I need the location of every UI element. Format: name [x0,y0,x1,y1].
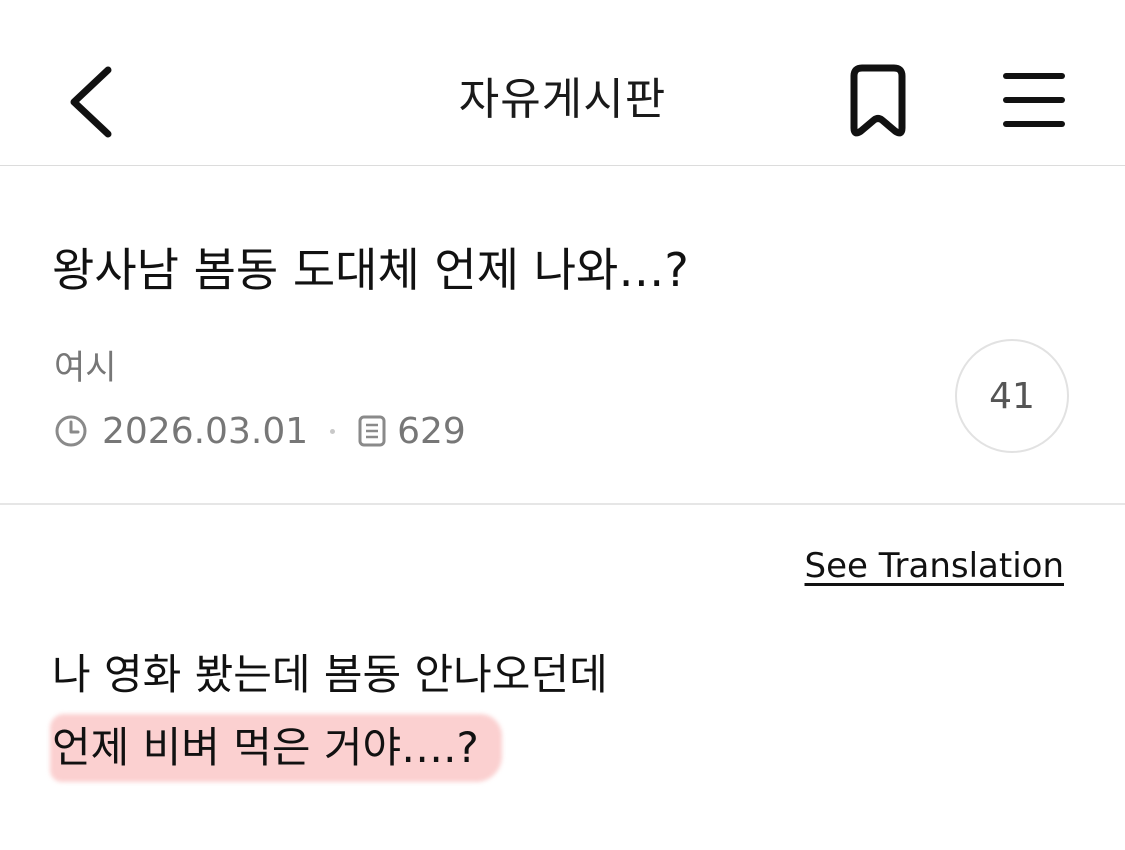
document-icon [358,415,386,447]
post-meta: 2026.03.01 629 [54,406,466,456]
comment-count-badge[interactable]: 41 [955,339,1069,453]
menu-button[interactable] [998,66,1070,136]
author-name[interactable]: 여시 [54,343,117,393]
hamburger-menu-icon [1003,73,1065,127]
view-count: 629 [397,410,466,452]
post-body-line-1: 나 영화 봤는데 봄동 안나오던데 [52,650,608,699]
bookmark-button[interactable] [842,62,914,142]
post-date: 2026.03.01 [102,410,309,452]
see-translation-link[interactable]: See Translation [805,543,1064,589]
board-title: 자유게시판 [458,74,667,125]
content-divider [0,503,1125,505]
bookmark-icon [850,64,906,137]
meta-separator [330,428,336,434]
post-title: 왕사남 봄동 도대체 언제 나와…? [52,243,689,297]
top-navigation-bar: 자유게시판 [0,0,1125,166]
post-body-line-2: 언제 비벼 먹은 거야….? [52,723,479,772]
clock-icon [55,415,87,447]
